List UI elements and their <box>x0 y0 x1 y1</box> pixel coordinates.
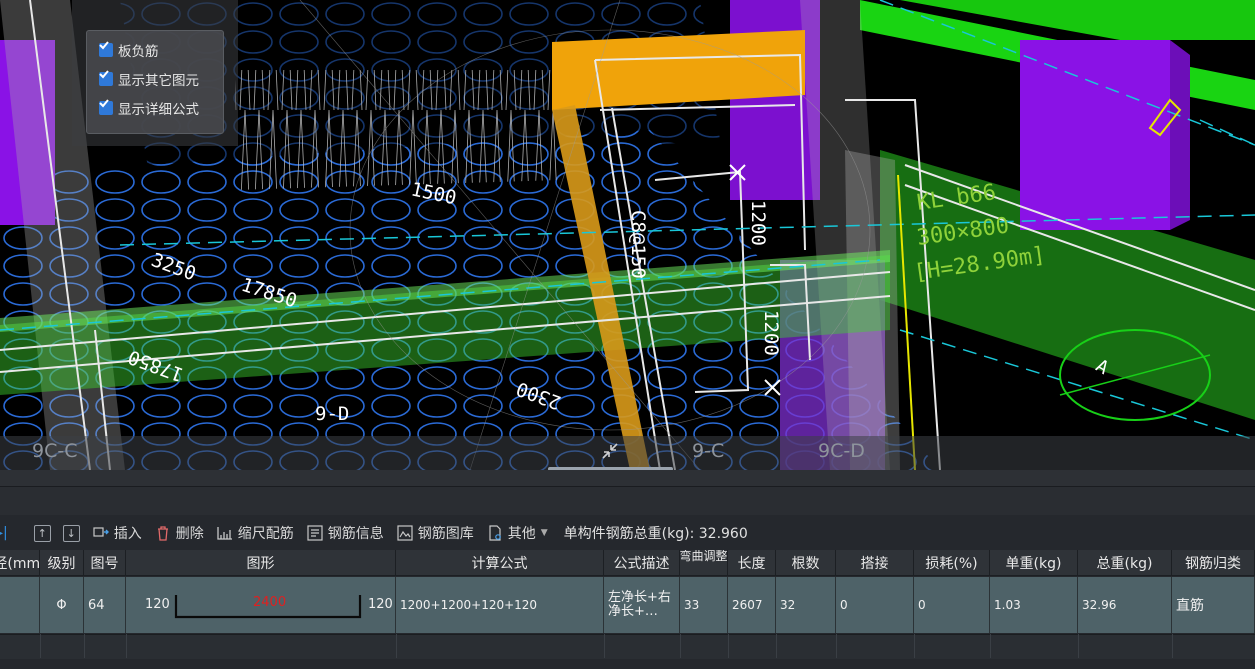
grid-divider <box>680 634 681 658</box>
col-header-formula-desc[interactable]: 公式描述 <box>604 550 680 576</box>
grid-divider <box>914 634 915 658</box>
shape-right-dim: 120 <box>368 597 393 612</box>
other-dropdown[interactable]: 其他 ▼ <box>486 523 548 543</box>
col-header-loss[interactable]: 损耗(%) <box>914 550 990 576</box>
panel-header-bar <box>0 470 1255 487</box>
grid-divider <box>604 634 605 658</box>
col-header-category[interactable]: 钢筋归类 <box>1172 550 1255 576</box>
info-list-icon <box>306 524 324 542</box>
option-slab-neg-rebar[interactable]: 板负筋 <box>99 40 159 60</box>
panel-tab-strip <box>0 487 1255 515</box>
cell-length[interactable]: 2607 <box>728 577 776 633</box>
viewport-axis-strip <box>0 436 1255 470</box>
cell-bend-adjust[interactable]: 33 <box>680 577 728 633</box>
cell-loss[interactable]: 0 <box>914 577 990 633</box>
col-header-shape[interactable]: 图形 <box>126 550 396 576</box>
scale-rebar-button[interactable]: 缩尺配筋 <box>216 523 294 543</box>
option-label: 显示详细公式 <box>118 102 199 118</box>
cell-total-weight[interactable]: 32.96 <box>1078 577 1172 633</box>
col-header-length[interactable]: 长度 <box>728 550 776 576</box>
delete-button[interactable]: 删除 <box>154 523 204 543</box>
option-show-other-elements[interactable]: 显示其它图元 <box>99 69 199 89</box>
rebar-info-button[interactable]: 钢筋信息 <box>306 523 384 543</box>
cell-formula-desc[interactable]: 左净长+右净长+… <box>604 577 680 633</box>
dim-1200a-label: 1200 <box>747 200 769 246</box>
arrow-up-icon: ↑ <box>33 524 51 542</box>
grid-divider <box>40 634 41 658</box>
col-header-count[interactable]: 根数 <box>776 550 836 576</box>
option-label: 显示其它图元 <box>118 73 199 89</box>
col-header-total-weight[interactable]: 总重(kg) <box>1078 550 1172 576</box>
insert-label: 插入 <box>113 526 142 542</box>
col-header-lap[interactable]: 搭接 <box>836 550 914 576</box>
checkbox-checked-icon[interactable] <box>99 70 113 86</box>
cell-grade[interactable]: Φ <box>40 577 84 633</box>
cell-lap[interactable]: 0 <box>836 577 914 633</box>
total-weight-text: 单构件钢筋总重(kg): 32.960 <box>563 526 748 542</box>
rebar-info-label: 钢筋信息 <box>327 526 384 542</box>
document-gear-icon <box>486 524 504 542</box>
insert-row-icon <box>92 524 110 542</box>
table-row-empty[interactable] <box>0 634 1255 659</box>
move-down-button[interactable]: ↓ <box>62 524 80 542</box>
scale-ruler-icon <box>216 524 234 542</box>
rebar-toolbar: ▸| ↑ ↓ 插入 删除 缩尺配筋 钢筋信息 钢筋图库 其他 ▼ 单构件钢筋总重… <box>0 520 1255 546</box>
axis-label-9-c: 9-C <box>692 440 725 462</box>
rebar-library-label: 钢筋图库 <box>417 526 474 542</box>
rebar-library-button[interactable]: 钢筋图库 <box>396 523 474 543</box>
trash-icon <box>154 524 172 542</box>
move-up-button[interactable]: ↑ <box>33 524 51 542</box>
cell-category[interactable]: 直筋 <box>1172 577 1255 633</box>
grid-divider <box>836 634 837 658</box>
last-record-icon[interactable]: ▸| <box>0 525 8 541</box>
chevron-down-icon: ▼ <box>540 528 548 538</box>
cell-shape-no[interactable]: 64 <box>84 577 126 633</box>
cell-formula[interactable]: 1200+1200+120+120 <box>396 577 604 633</box>
rebar-callout-label: C8@150 <box>627 210 649 279</box>
grid-divider <box>990 634 991 658</box>
shape-left-dim: 120 <box>145 597 170 612</box>
cell-count[interactable]: 32 <box>776 577 836 633</box>
grid-divider <box>1172 634 1173 658</box>
slab-9d-label: 9-D <box>315 403 349 425</box>
checkbox-checked-icon[interactable] <box>99 41 113 57</box>
rebar-edit-panel: ▸| ↑ ↓ 插入 删除 缩尺配筋 钢筋信息 钢筋图库 其他 ▼ 单构件钢筋总重… <box>0 470 1255 669</box>
scale-rebar-label: 缩尺配筋 <box>237 526 294 542</box>
cad-3d-viewport[interactable]: 1500 17850 3250 9-D 2300 1200 1200 C8@15… <box>0 0 1255 470</box>
display-options-panel: 板负筋 显示其它图元 显示详细公式 <box>86 30 224 134</box>
image-library-icon <box>396 524 414 542</box>
other-label: 其他 <box>507 526 536 542</box>
cell-diameter[interactable] <box>0 577 40 633</box>
insert-button[interactable]: 插入 <box>92 523 142 543</box>
shape-mid-dim: 2400 <box>253 595 287 610</box>
dim-1200b-label: 1200 <box>760 310 782 356</box>
delete-label: 删除 <box>175 526 204 542</box>
checkbox-checked-icon[interactable] <box>99 99 113 115</box>
grid-divider <box>84 634 85 658</box>
col-header-shape-no[interactable]: 图号 <box>84 550 126 576</box>
grid-divider <box>728 634 729 658</box>
option-show-detailed-formula[interactable]: 显示详细公式 <box>99 98 199 118</box>
cell-unit-weight[interactable]: 1.03 <box>990 577 1078 633</box>
grid-divider <box>396 634 397 658</box>
col-header-formula[interactable]: 计算公式 <box>396 550 604 576</box>
cell-shape[interactable]: 120 2400 120 <box>126 577 396 633</box>
col-header-unit-weight[interactable]: 单重(kg) <box>990 550 1078 576</box>
axis-label-9c-c: 9C-C <box>32 440 78 462</box>
col-header-bend-adjust[interactable]: 弯曲调整 <box>680 550 728 576</box>
option-label: 板负筋 <box>118 44 159 60</box>
collapse-arrows-icon[interactable] <box>600 441 620 461</box>
col-header-grade[interactable]: 级别 <box>40 550 84 576</box>
grid-divider <box>776 634 777 658</box>
grid-divider <box>126 634 127 658</box>
axis-label-9c-d: 9C-D <box>818 440 865 462</box>
col-header-diameter[interactable]: 径(mm) <box>0 550 40 576</box>
arrow-down-icon: ↓ <box>62 524 80 542</box>
grid-divider <box>1078 634 1079 658</box>
